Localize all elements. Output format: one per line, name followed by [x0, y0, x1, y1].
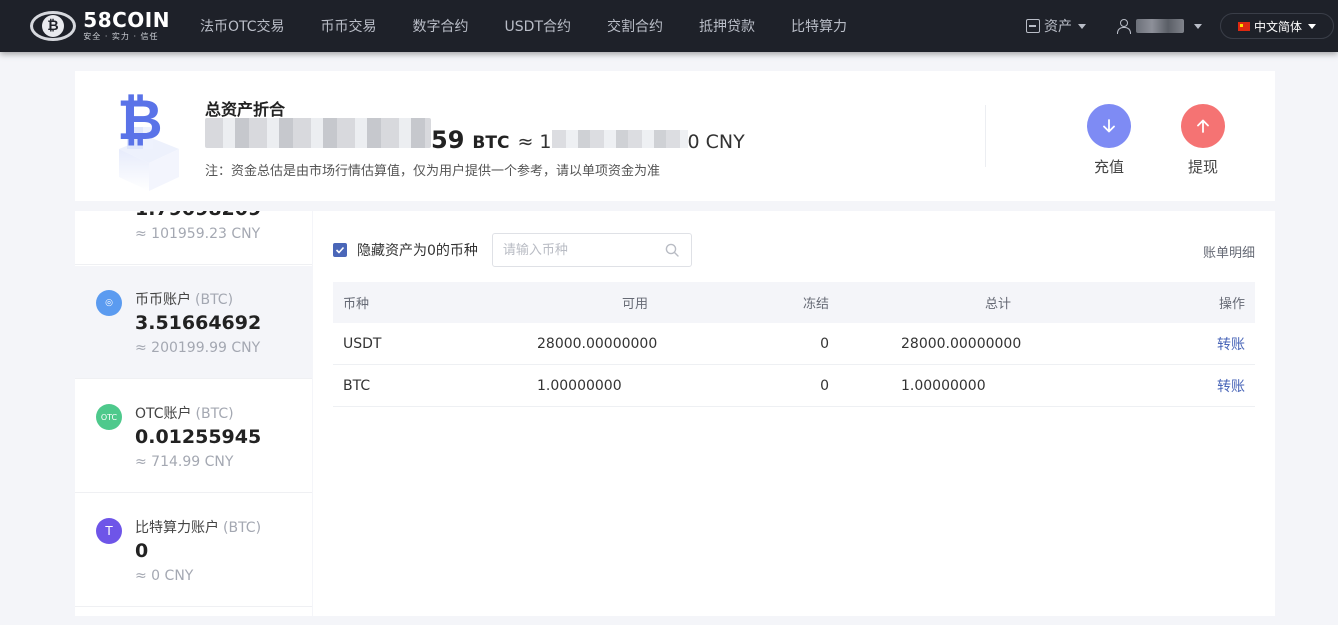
chevron-down-icon — [1308, 23, 1316, 29]
asset-summary-card: ₿ 总资产折合 59 BTC ≈ 1 0 CNY 注：资金总估是由市场行情估算值… — [75, 71, 1275, 201]
hide-zero-checkbox[interactable] — [333, 243, 347, 257]
asset-toolbar: 隐藏资产为0的币种 — [333, 233, 692, 267]
cell-available: 1.00000000 — [537, 377, 622, 394]
coin-search-input[interactable] — [492, 234, 653, 266]
account-balance: 0 — [135, 540, 149, 562]
search-icon[interactable] — [665, 243, 679, 257]
logo-slogan: 安全 · 实力 · 信任 — [83, 32, 159, 41]
assets-menu[interactable]: 资产 — [1026, 16, 1086, 36]
withdraw-button[interactable]: 提现 — [1173, 104, 1233, 177]
china-flag-icon — [1237, 21, 1250, 31]
account-item-otc[interactable]: OTC OTC账户 (BTC) 0.01255945 ≈ 714.99 CNY — [75, 380, 312, 493]
col-total: 总计 — [984, 297, 1011, 312]
cny-prefix: ≈ 1 — [517, 131, 552, 153]
main-menu: 法币OTC交易 币币交易 数字合约 USDT合约 交割合约 抵押贷款 比特算力 — [200, 16, 883, 36]
svg-text:₿: ₿ — [117, 88, 163, 153]
language-selector[interactable]: 中文简体 — [1220, 13, 1334, 39]
arrow-down-icon — [1103, 119, 1115, 133]
arrow-up-icon — [1197, 119, 1209, 133]
table-header: 币种 可用 冻结 总计 操作 — [333, 282, 1255, 323]
account-cny-value: ≈ 101959.23 CNY — [135, 226, 261, 242]
account-name: 比特算力账户 (BTC) — [135, 520, 262, 536]
hide-zero-label[interactable]: 隐藏资产为0的币种 — [357, 240, 478, 260]
account-cny-value: ≈ 200199.99 CNY — [135, 340, 261, 356]
cell-frozen: 0 — [820, 335, 829, 352]
cell-frozen: 0 — [820, 377, 829, 394]
logo[interactable]: ₿ 58COIN 安全 · 实力 · 信任 — [30, 9, 170, 43]
chevron-down-icon — [1078, 23, 1086, 29]
total-assets-title: 总资产折合 — [205, 100, 286, 119]
cell-coin: BTC — [343, 377, 371, 394]
account-item-spot[interactable]: ◎ 币币账户 (BTC) 3.51664692 ≈ 200199.99 CNY — [75, 266, 312, 379]
account-balance: 1.79098209 — [135, 211, 261, 220]
account-balance: 0.01255945 — [135, 426, 262, 448]
btc-amount-redacted — [205, 118, 431, 148]
menu-item-usdt-contract[interactable]: USDT合约 — [505, 16, 571, 36]
withdraw-label: 提现 — [1187, 158, 1218, 176]
col-action: 操作 — [1218, 297, 1245, 312]
menu-item-loan[interactable]: 抵押贷款 — [699, 16, 755, 36]
top-nav: ₿ 58COIN 安全 · 实力 · 信任 法币OTC交易 币币交易 数字合约 … — [0, 0, 1338, 52]
chevron-down-icon — [1194, 23, 1202, 29]
cell-total: 1.00000000 — [901, 377, 986, 394]
cell-total: 28000.00000000 — [901, 335, 1022, 352]
account-name: 币币账户 (BTC) — [135, 292, 234, 308]
account-balance: 3.51664692 — [135, 312, 262, 334]
btc-amount-tail: 59 — [431, 126, 465, 154]
cny-amount-redacted — [551, 130, 688, 148]
user-icon — [1116, 19, 1131, 34]
menu-item-contract[interactable]: 数字合约 — [413, 16, 469, 36]
cell-available: 28000.00000000 — [537, 335, 658, 352]
btc-unit: BTC — [472, 133, 510, 153]
assets-icon — [1026, 19, 1040, 33]
transfer-link[interactable]: 转账 — [1217, 365, 1245, 406]
hashpower-account-icon: T — [96, 518, 122, 544]
user-menu[interactable] — [1116, 19, 1202, 34]
ledger-link[interactable]: 账单明细 — [1203, 242, 1255, 261]
deposit-button[interactable]: 充值 — [1079, 104, 1139, 177]
col-frozen: 冻结 — [802, 297, 829, 312]
logo-name: 58COIN — [83, 8, 170, 32]
account-cny-value: ≈ 714.99 CNY — [135, 454, 234, 470]
language-label: 中文简体 — [1253, 19, 1302, 34]
col-coin: 币种 — [343, 297, 370, 312]
menu-item-spot[interactable]: 币币交易 — [321, 16, 377, 36]
divider — [985, 105, 986, 167]
otc-account-icon: OTC — [96, 404, 122, 430]
asset-detail-panel: 隐藏资产为0的币种 账单明细 币种 可用 冻结 总计 操作 USDT 28000… — [313, 211, 1275, 616]
asset-table: 币种 可用 冻结 总计 操作 USDT 28000.00000000 0 280… — [333, 282, 1255, 407]
table-row: USDT 28000.00000000 0 28000.00000000 转账 — [333, 323, 1255, 365]
menu-item-delivery[interactable]: 交割合约 — [607, 16, 663, 36]
assets-label: 资产 — [1044, 19, 1072, 35]
table-row: BTC 1.00000000 0 1.00000000 转账 — [333, 365, 1255, 407]
account-cny-value: ≈ 0 CNY — [135, 568, 194, 584]
cell-coin: USDT — [343, 335, 382, 352]
account-item-partial[interactable]: 1.79098209 ≈ 101959.23 CNY — [75, 211, 312, 265]
account-list: 1.79098209 ≈ 101959.23 CNY ◎ 币币账户(BTC) 3… — [75, 211, 312, 616]
logo-icon: ₿ — [30, 9, 76, 43]
account-item-hashpower[interactable]: T 比特算力账户 (BTC) 0 ≈ 0 CNY — [75, 494, 312, 607]
total-assets-value: 59 BTC ≈ 1 0 CNY — [205, 118, 745, 154]
username-redacted — [1136, 19, 1184, 33]
spot-account-icon: ◎ — [96, 290, 122, 316]
menu-item-otc[interactable]: 法币OTC交易 — [200, 16, 285, 36]
deposit-label: 充值 — [1093, 158, 1124, 176]
coin-search — [491, 233, 692, 267]
cny-amount-tail: 0 CNY — [687, 131, 745, 153]
check-icon — [335, 246, 345, 254]
bitcoin-illustration-icon: ₿ — [117, 88, 179, 191]
summary-note: 注：资金总估是由市场行情估算值，仅为用户提供一个参考，请以单项资金为准 — [205, 164, 661, 179]
transfer-link[interactable]: 转账 — [1217, 323, 1245, 364]
col-available: 可用 — [621, 297, 648, 312]
account-name: OTC账户 (BTC) — [135, 406, 234, 422]
menu-item-hashpower[interactable]: 比特算力 — [791, 16, 847, 36]
